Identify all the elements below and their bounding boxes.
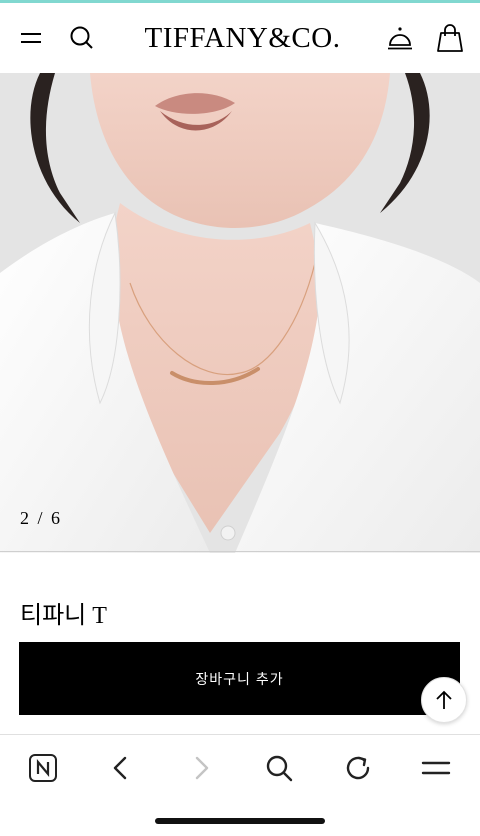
menu-icon[interactable] xyxy=(419,751,453,785)
add-to-cart-button[interactable]: 장바구니 추가 xyxy=(19,642,460,715)
divider xyxy=(0,551,480,552)
concierge-bell-icon[interactable] xyxy=(385,23,415,53)
back-arrow-icon[interactable] xyxy=(104,751,138,785)
arrow-up-icon xyxy=(436,690,452,709)
gallery-counter: 2 / 6 xyxy=(20,508,63,528)
refresh-icon[interactable] xyxy=(341,751,375,785)
scroll-to-top-button[interactable] xyxy=(421,677,467,723)
forward-arrow-icon[interactable] xyxy=(184,751,218,785)
add-to-cart-label: 장바구니 추가 xyxy=(195,670,284,687)
product-image[interactable]: 2 / 6 xyxy=(0,73,480,553)
product-title: 티파니 T xyxy=(20,603,107,629)
menu-icon[interactable] xyxy=(16,23,46,53)
brand-logo[interactable]: TIFFANY&CO. xyxy=(125,21,360,55)
site-header: TIFFANY&CO. xyxy=(0,3,480,73)
shopping-bag-icon[interactable] xyxy=(435,23,465,53)
search-icon[interactable] xyxy=(262,751,296,785)
model-necklace-photo xyxy=(0,73,480,553)
naver-icon[interactable] xyxy=(26,751,60,785)
home-indicator[interactable] xyxy=(155,818,325,824)
search-icon[interactable] xyxy=(67,23,97,53)
